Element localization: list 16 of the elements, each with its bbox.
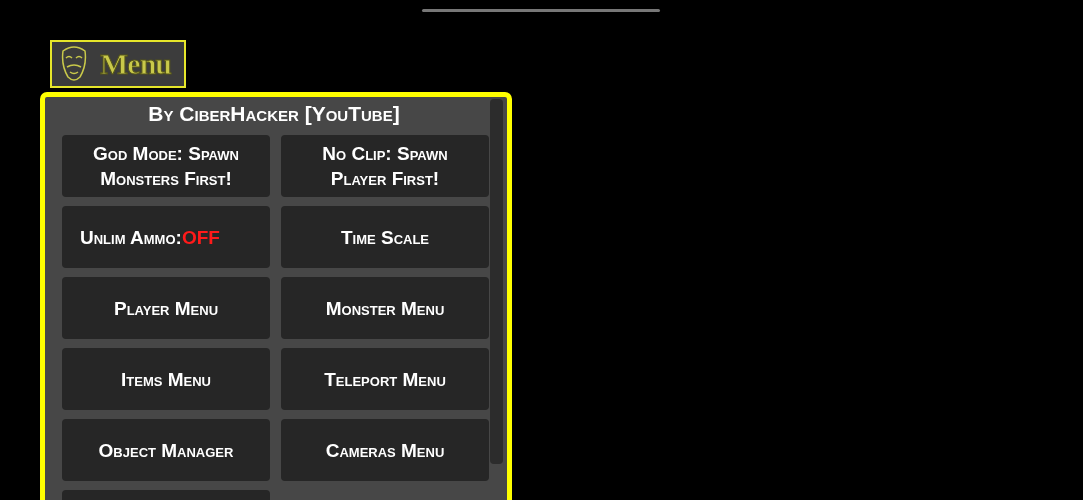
menu-label: Menu bbox=[100, 47, 171, 81]
option-button[interactable]: Player Menu bbox=[62, 277, 270, 339]
option-button[interactable]: Cameras Menu bbox=[281, 419, 489, 481]
mask-icon bbox=[60, 45, 88, 83]
option-button[interactable]: Monster Menu bbox=[281, 277, 489, 339]
option-button[interactable]: Items Menu bbox=[62, 348, 270, 410]
option-button[interactable]: Teleport Menu bbox=[281, 348, 489, 410]
option-button[interactable]: Object Manager bbox=[62, 419, 270, 481]
option-button[interactable]: God Mode: Spawn Monsters First! bbox=[62, 135, 270, 197]
panel-title: By CiberHacker [YouTube] bbox=[147, 101, 401, 127]
toggle-button[interactable]: Unlim Ammo:OFF bbox=[62, 206, 270, 268]
status-label: OFF bbox=[181, 225, 220, 250]
menu-toggle-button[interactable]: Menu bbox=[50, 40, 186, 88]
scrollbar[interactable] bbox=[490, 99, 503, 464]
option-button[interactable]: No Clip: Spawn Player First! bbox=[281, 135, 489, 197]
option-button[interactable]: Time Scale bbox=[281, 206, 489, 268]
